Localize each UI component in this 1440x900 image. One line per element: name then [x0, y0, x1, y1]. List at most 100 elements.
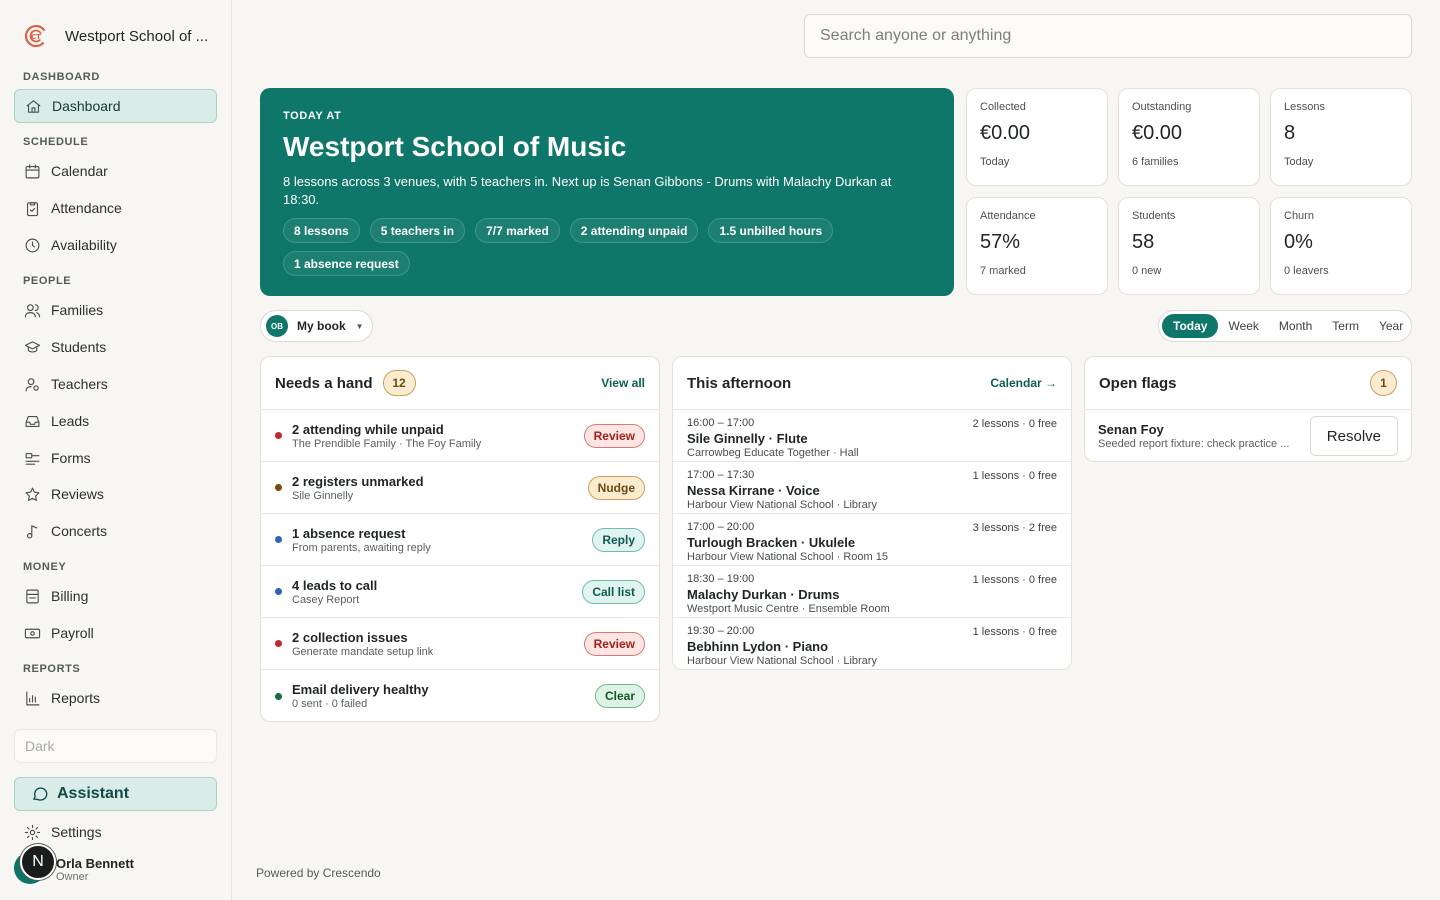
sidebar-item-label: Families: [51, 302, 104, 318]
lesson-name: Bebhinn Lydon · Piano: [687, 639, 829, 654]
stat-collected[interactable]: Collected €0.00 Today: [966, 88, 1108, 186]
sidebar-item-label: Concerts: [51, 523, 108, 539]
lesson-meta: 1 lessons · 0 free: [972, 626, 1057, 638]
stat-label: Attendance: [980, 210, 1036, 222]
task-row[interactable]: 2 collection issues Generate mandate setu…: [261, 618, 659, 670]
status-dot: [275, 536, 282, 543]
brand[interactable]: CT Westport School of ...: [24, 24, 219, 48]
task-row[interactable]: 1 absence request From parents, awaiting …: [261, 514, 659, 566]
sidebar-item-reports[interactable]: Reports: [14, 681, 217, 715]
sidebar-item-label: Dashboard: [52, 98, 121, 114]
stat-label: Churn: [1284, 210, 1314, 222]
sidebar-item-forms[interactable]: Forms: [14, 441, 217, 475]
lesson-meta: 1 lessons · 0 free: [972, 574, 1057, 586]
sidebar-item-payroll[interactable]: Payroll: [14, 616, 217, 650]
chip-attending-unpaid[interactable]: 2 attending unpaid: [569, 218, 699, 243]
sidebar-item-settings[interactable]: Settings: [14, 815, 217, 849]
chip-absence-request[interactable]: 1 absence request: [283, 251, 410, 276]
reply-button[interactable]: Reply: [592, 527, 645, 552]
stat-churn[interactable]: Churn 0% 0 leavers: [1270, 197, 1412, 295]
tab-month[interactable]: Month: [1269, 314, 1322, 338]
dark-mode-toggle[interactable]: Dark: [14, 729, 217, 763]
music-note-icon: [24, 523, 41, 540]
section-reports: REPORTS: [23, 663, 81, 675]
stat-attendance[interactable]: Attendance 57% 7 marked: [966, 197, 1108, 295]
book-avatar: OB: [266, 315, 288, 337]
task-sub: Sile Ginnelly: [292, 489, 354, 502]
sidebar-item-teachers[interactable]: Teachers: [14, 367, 217, 401]
lesson-meta: 2 lessons · 0 free: [972, 418, 1057, 430]
task-row[interactable]: Email delivery healthy 0 sent · 0 failed …: [261, 670, 659, 721]
sidebar-item-label: Billing: [51, 588, 89, 604]
sidebar-item-calendar[interactable]: Calendar: [14, 154, 217, 188]
chip-unbilled-hours[interactable]: 1.5 unbilled hours: [708, 218, 834, 243]
sidebar-item-billing[interactable]: Billing: [14, 579, 217, 613]
task-title: 1 absence request: [292, 525, 406, 541]
today-hero-card: TODAY AT Westport School of Music 8 less…: [260, 88, 954, 296]
stat-outstanding[interactable]: Outstanding €0.00 6 families: [1118, 88, 1260, 186]
flag-row[interactable]: Senan Foy Seeded report fixture: check p…: [1085, 410, 1411, 461]
flag-description: Seeded report fixture: check practice ..…: [1098, 438, 1290, 450]
nudge-button[interactable]: Nudge: [587, 475, 645, 500]
sidebar-item-label: Availability: [51, 237, 117, 253]
task-row[interactable]: 2 registers unmarked Sile Ginnelly Nudge: [261, 462, 659, 514]
task-sub: The Prendible Family · The Foy Family: [292, 437, 482, 450]
task-row[interactable]: 2 attending while unpaid The Prendible Fa…: [261, 410, 659, 462]
task-row[interactable]: 4 leads to call Casey Report Call list: [261, 566, 659, 618]
stat-label: Students: [1132, 210, 1176, 222]
section-dashboard: DASHBOARD: [23, 71, 100, 83]
lesson-row[interactable]: 17:00 – 20:00 Turlough Bracken · Ukulele…: [673, 514, 1071, 566]
teacher-icon: [24, 376, 41, 393]
lesson-row[interactable]: 19:30 – 20:00 Bebhinn Lydon · Piano Harb…: [673, 618, 1071, 669]
footer-credit: Powered by Crescendo: [256, 866, 381, 880]
status-dot: [275, 432, 282, 439]
task-title: Email delivery healthy: [292, 682, 429, 697]
lesson-row[interactable]: 16:00 – 17:00 Sile Ginnelly · Flute Carr…: [673, 410, 1071, 462]
status-dot: [275, 484, 282, 491]
chip-teachers-in[interactable]: 5 teachers in: [369, 218, 466, 243]
lesson-row[interactable]: 17:00 – 17:30 Nessa Kirrane · Voice Harb…: [673, 462, 1071, 514]
lesson-venue: Westport Music Centre · Ensemble Room: [687, 603, 890, 615]
sidebar-item-attendance[interactable]: Attendance: [14, 191, 217, 225]
stat-students[interactable]: Students 58 0 new: [1118, 197, 1260, 295]
sidebar-item-leads[interactable]: Leads: [14, 404, 217, 438]
stat-sub: Today: [980, 156, 1010, 168]
sidebar-item-availability[interactable]: Availability: [14, 228, 217, 262]
sidebar-item-reviews[interactable]: Reviews: [14, 477, 217, 511]
assistant-button[interactable]: Assistant: [14, 777, 217, 811]
tab-year[interactable]: Year: [1369, 314, 1413, 338]
billing-icon: [24, 588, 41, 605]
calendar-link[interactable]: Calendar →: [990, 376, 1057, 390]
count-badge: 1: [1370, 370, 1397, 396]
chip-marked[interactable]: 7/7 marked: [475, 218, 560, 243]
sidebar-item-students[interactable]: Students: [14, 330, 217, 364]
lesson-venue: Harbour View National School · Library: [687, 499, 877, 511]
lesson-name: Sile Ginnelly · Flute: [687, 431, 808, 446]
chip-lessons[interactable]: 8 lessons: [283, 218, 360, 243]
stat-sub: Today: [1284, 156, 1314, 168]
search-input[interactable]: Search anyone or anything: [804, 14, 1412, 58]
lesson-venue: Harbour View National School · Library: [687, 655, 877, 667]
calendar-icon: [24, 163, 41, 180]
sidebar-item-dashboard[interactable]: Dashboard: [14, 89, 217, 123]
sidebar-item-families[interactable]: Families: [14, 293, 217, 327]
clear-button[interactable]: Clear: [594, 684, 645, 708]
view-all-link[interactable]: View all: [601, 376, 645, 390]
stat-lessons[interactable]: Lessons 8 Today: [1270, 88, 1412, 186]
needs-a-hand-panel: Needs a hand 12 View all 2 attending whi…: [260, 356, 660, 722]
review-button[interactable]: Review: [583, 423, 645, 448]
call-list-button[interactable]: Call list: [582, 579, 645, 604]
lesson-name: Nessa Kirrane · Voice: [687, 483, 820, 498]
tab-term[interactable]: Term: [1322, 314, 1369, 338]
task-title: 4 leads to call: [292, 577, 378, 593]
resolve-button[interactable]: Resolve: [1309, 416, 1398, 456]
tab-week[interactable]: Week: [1218, 314, 1268, 338]
stat-value: 58: [1132, 231, 1155, 253]
user-initial-badge[interactable]: N: [20, 844, 56, 880]
lesson-row[interactable]: 18:30 – 19:00 Malachy Durkan · Drums Wes…: [673, 566, 1071, 618]
book-selector[interactable]: OB My book ▼: [260, 310, 373, 342]
tab-today[interactable]: Today: [1162, 314, 1219, 338]
sidebar-item-concerts[interactable]: Concerts: [14, 514, 217, 548]
review-button[interactable]: Review: [583, 631, 645, 656]
stat-value: 8: [1284, 122, 1296, 144]
